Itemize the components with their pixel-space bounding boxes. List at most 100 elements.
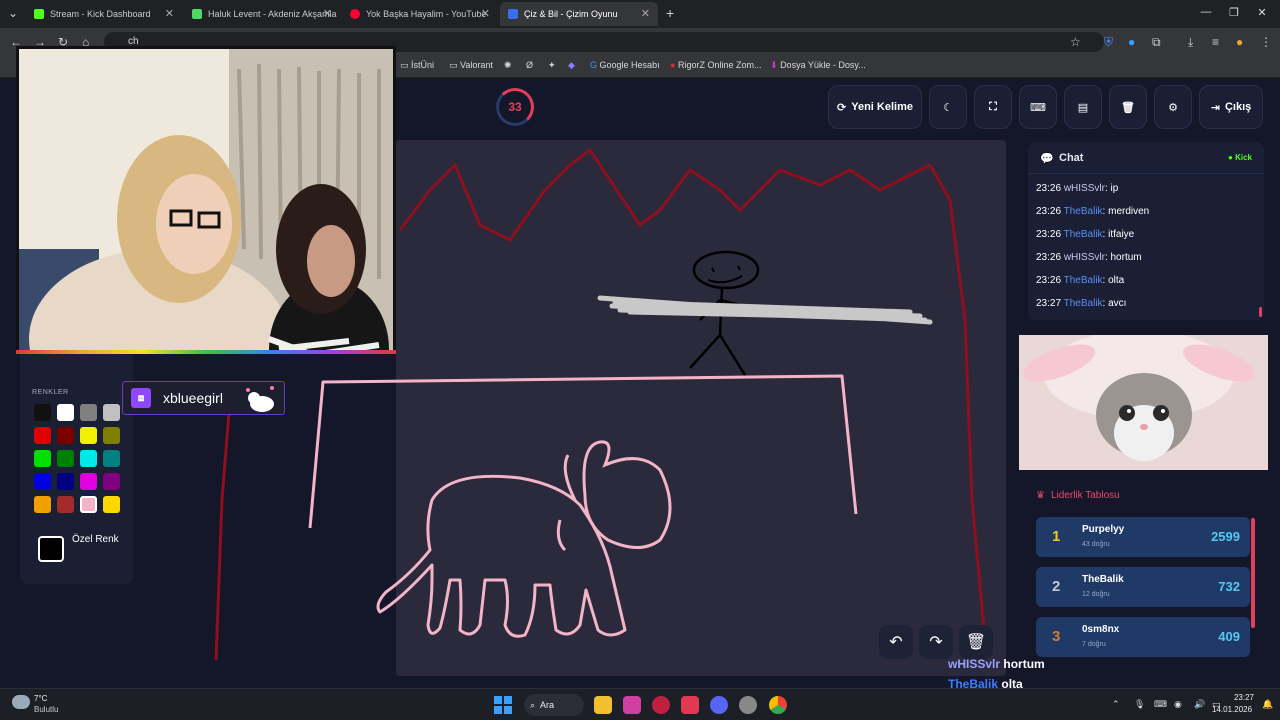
webcam-feed	[19, 49, 393, 351]
clock-date[interactable]: 14.01.2026	[1212, 705, 1252, 714]
clear-canvas-button[interactable]: 🗑	[959, 625, 993, 659]
rank-number: 2	[1052, 578, 1061, 595]
color-swatch[interactable]	[103, 496, 120, 513]
elephant-trunk	[556, 454, 577, 552]
color-swatch[interactable]	[34, 473, 51, 490]
color-swatch[interactable]	[57, 473, 74, 490]
grey-beam	[597, 295, 933, 325]
mic-icon[interactable]: 🎙	[1134, 699, 1145, 710]
player-score: 732	[1218, 579, 1240, 594]
correct-count: 7 doğru	[1082, 641, 1106, 648]
app-icon[interactable]	[652, 696, 670, 714]
instagram-icon[interactable]	[623, 696, 641, 714]
color-swatch[interactable]	[34, 404, 51, 421]
color-swatch[interactable]	[80, 473, 97, 490]
player-name: Purpelyy	[1082, 524, 1125, 535]
windows-start-icon[interactable]	[494, 696, 512, 714]
taskbar: 7°C Bulutlu ⌕ Ara ⌃ 🎙 ⌨ ◉ 🔊 ▭ 23:27 14.01…	[0, 688, 1280, 720]
chat-username[interactable]: TheBalik	[1064, 298, 1103, 309]
overlay-chat-line: wHISSvlr hortum	[948, 657, 1045, 671]
color-swatch[interactable]	[80, 450, 97, 467]
crown-icon: ♛	[1036, 490, 1045, 501]
color-swatch[interactable]	[34, 427, 51, 444]
figure-body	[689, 287, 747, 376]
color-swatch[interactable]	[103, 404, 120, 421]
chat-username[interactable]: TheBalik	[1064, 275, 1103, 286]
discord-icon[interactable]	[710, 696, 728, 714]
file-explorer-icon[interactable]	[594, 696, 612, 714]
wifi-icon[interactable]: ◉	[1174, 699, 1182, 710]
chat-message: 23:26 TheBalik: merdiven	[1036, 206, 1150, 217]
volume-icon[interactable]: 🔊	[1194, 699, 1205, 710]
player-score: 2599	[1211, 529, 1240, 544]
undo-button[interactable]: ↶	[879, 625, 913, 659]
overlay-username: wHISSvlr	[948, 657, 1001, 671]
chat-username[interactable]: wHISSvlr	[1064, 252, 1105, 263]
chat-time: 23:26	[1036, 206, 1062, 217]
color-palette-panel: RENKLER Özel Renk	[20, 340, 133, 584]
color-swatch[interactable]	[103, 473, 120, 490]
chat-username[interactable]: TheBalik	[1064, 206, 1103, 217]
chrome-icon[interactable]	[769, 696, 787, 714]
correct-count: 43 doğru	[1082, 541, 1110, 548]
chat-time: 23:26	[1036, 183, 1062, 194]
color-swatch[interactable]	[34, 450, 51, 467]
chat-text: merdiven	[1108, 206, 1150, 217]
chat-message: 23:26 wHISSvlr: hortum	[1036, 252, 1142, 263]
chat-message: 23:26 wHISSvlr: ip	[1036, 183, 1119, 194]
custom-color-swatch[interactable]	[38, 536, 64, 562]
twitch-icon: ⧈	[131, 388, 151, 408]
chat-header: 💬 Chat ● Kick	[1028, 142, 1264, 174]
start-tile	[494, 696, 502, 704]
rainbow-border	[16, 350, 396, 354]
chat-text: olta	[1108, 275, 1125, 286]
chat-username[interactable]: TheBalik	[1064, 229, 1103, 240]
elephant-ear	[582, 440, 672, 549]
redo-button[interactable]: ↷	[919, 625, 953, 659]
chat-username[interactable]: wHISSvlr	[1064, 183, 1105, 194]
player-score: 409	[1218, 629, 1240, 644]
figure-face	[707, 265, 743, 284]
leaderboard-scrollbar[interactable]	[1251, 518, 1255, 628]
redo-icon: ↷	[929, 634, 943, 651]
streamer-username: xblueegirl	[163, 390, 223, 406]
platform-label: Kick	[1235, 153, 1252, 162]
overlay-text: hortum	[1003, 657, 1045, 671]
weather-desc[interactable]: Bulutlu	[34, 705, 58, 714]
color-swatch[interactable]	[57, 404, 74, 421]
keyboard-icon[interactable]: ⌨	[1154, 699, 1167, 710]
chat-time: 23:26	[1036, 252, 1062, 263]
color-swatch[interactable]	[57, 496, 74, 513]
chat-time: 23:26	[1036, 275, 1062, 286]
chat-time: 23:26	[1036, 229, 1062, 240]
chat-bubble-icon: 💬	[1040, 153, 1054, 165]
color-swatch[interactable]	[57, 427, 74, 444]
weather-temp[interactable]: 7°C	[34, 694, 47, 703]
pink-frame	[308, 374, 858, 529]
taskbar-search[interactable]: ⌕ Ara	[524, 694, 584, 716]
clock-time[interactable]: 23:27	[1228, 693, 1254, 702]
notification-icon[interactable]: 🔔	[1262, 699, 1273, 710]
streamer-tag: ⧈ xblueegirl	[122, 381, 285, 415]
chat-message: 23:26 TheBalik: olta	[1036, 275, 1125, 286]
color-swatch[interactable]	[103, 427, 120, 444]
weather-icon[interactable]	[12, 695, 30, 709]
steam-icon[interactable]	[739, 696, 757, 714]
leaderboard-title-text: Liderlik Tablosu	[1050, 490, 1120, 501]
chat-scrollbar[interactable]	[1259, 307, 1262, 317]
tray-chevron-icon[interactable]: ⌃	[1112, 699, 1120, 710]
color-swatch[interactable]	[80, 496, 97, 513]
chat-text: hortum	[1110, 252, 1142, 263]
color-swatch[interactable]	[103, 450, 120, 467]
color-swatch[interactable]	[80, 404, 97, 421]
color-swatch[interactable]	[34, 496, 51, 513]
app-icon[interactable]	[681, 696, 699, 714]
color-swatch[interactable]	[80, 427, 97, 444]
correct-count: 12 doğru	[1082, 591, 1110, 598]
color-swatch[interactable]	[57, 450, 74, 467]
elephant-body	[376, 474, 627, 638]
chat-text: ip	[1110, 183, 1119, 194]
chat-title: Chat	[1059, 152, 1084, 164]
cat-image	[1019, 335, 1268, 470]
player-name: TheBalik	[1082, 574, 1124, 585]
